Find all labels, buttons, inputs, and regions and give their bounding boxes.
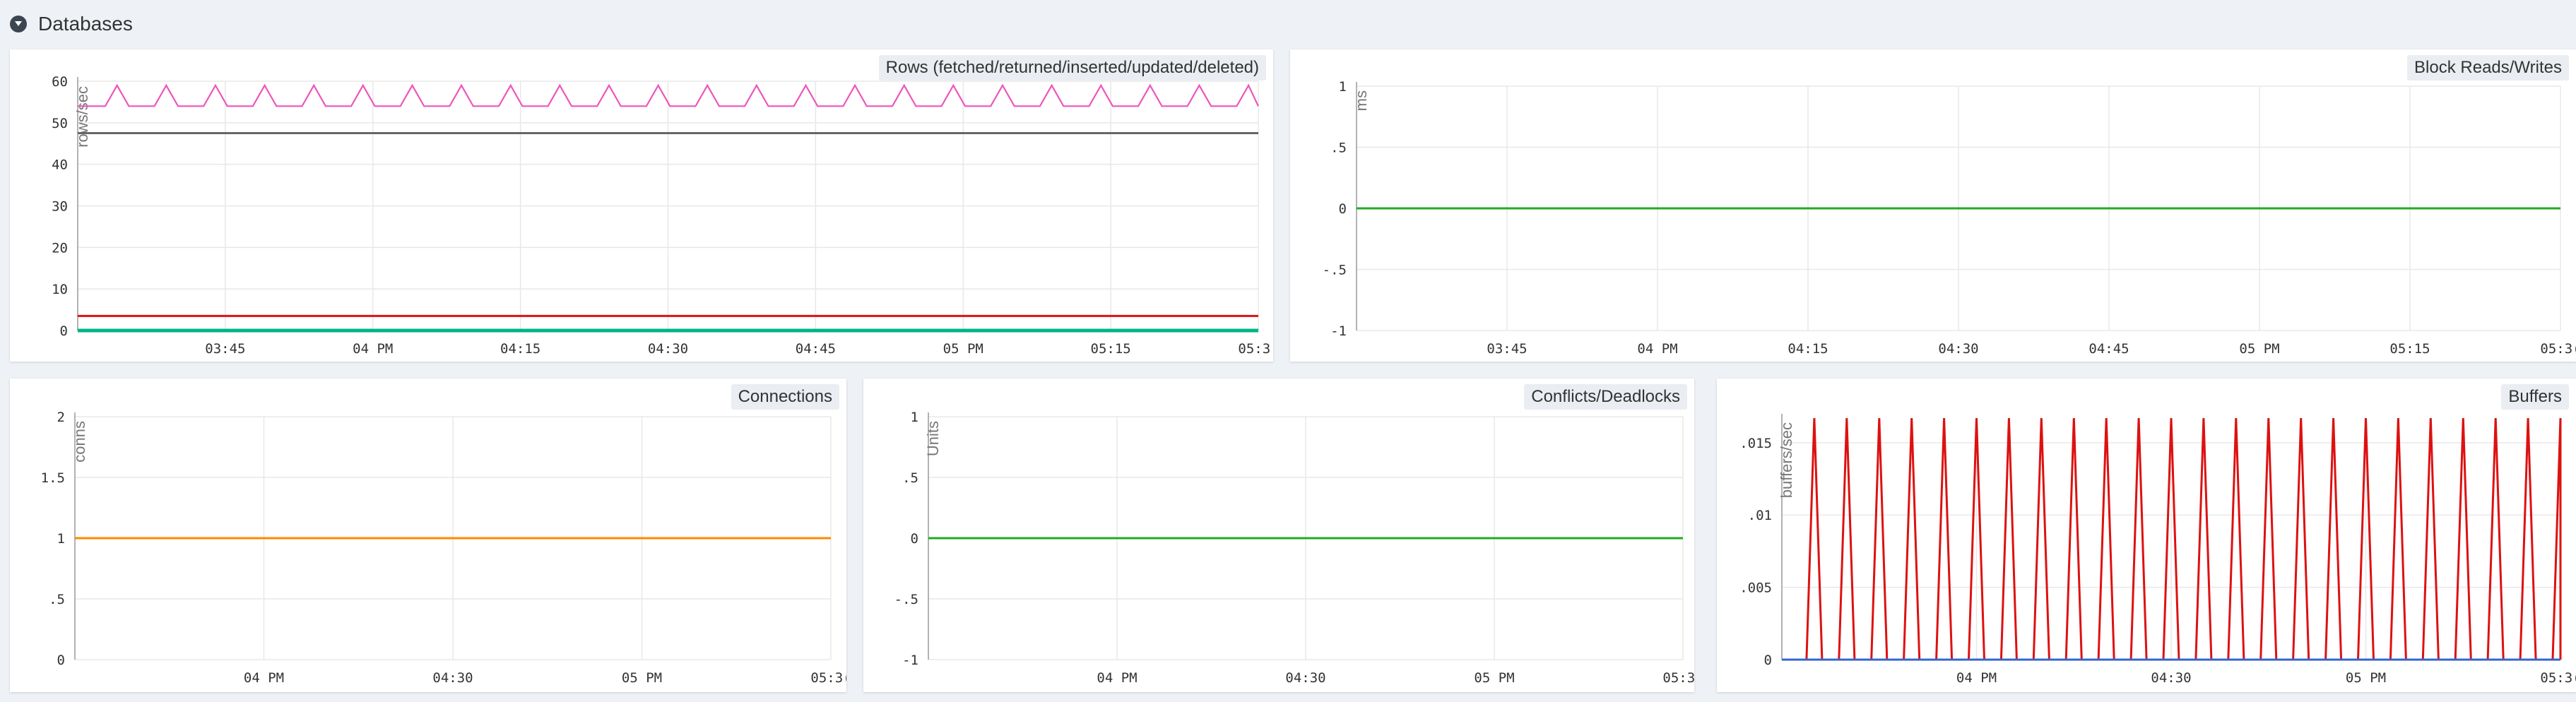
y-tick-label: 30 bbox=[52, 199, 68, 215]
databases-section-header[interactable]: Databases bbox=[10, 7, 133, 41]
collapse-toggle-icon[interactable] bbox=[10, 16, 27, 32]
x-tick-label: 04 PM bbox=[244, 670, 284, 686]
y-tick-label: .5 bbox=[1330, 141, 1347, 156]
y-tick-label: .5 bbox=[49, 592, 65, 607]
y-axis-label: buffers/sec bbox=[1778, 422, 1795, 498]
x-tick-label: 04:45 bbox=[2088, 341, 2129, 357]
y-tick-label: 20 bbox=[52, 240, 68, 256]
x-tick-label: 04 PM bbox=[1956, 670, 1997, 686]
y-tick-label: 40 bbox=[52, 157, 68, 173]
y-axis-label: Units bbox=[924, 421, 942, 456]
x-tick-label: 03:45 bbox=[205, 341, 245, 357]
y-tick-label: .015 bbox=[1739, 436, 1772, 451]
block-reads-writes-panel: Block Reads/Writes -1 -.5 0.5 1 03:45 04 PM 04… bbox=[1290, 49, 2576, 362]
x-tick-label: 05:15 bbox=[2389, 341, 2430, 357]
x-tick-label: 05 PM bbox=[2239, 341, 2279, 357]
y-tick-label: -.5 bbox=[894, 592, 918, 607]
rows-chart: 0 10 20 30 40 50 60 03:45 04 PM 04:15 04:30 04:45 05… bbox=[52, 74, 1273, 357]
x-tick-label: 04:15 bbox=[500, 341, 540, 357]
y-tick-label: 50 bbox=[52, 116, 68, 131]
y-tick-label: -1 bbox=[902, 653, 918, 668]
x-tick-label: 05:3( bbox=[810, 670, 846, 686]
y-tick-label: 10 bbox=[52, 282, 68, 297]
x-tick-label: 05 PM bbox=[2346, 670, 2386, 686]
x-tick-label: 05 PM bbox=[622, 670, 662, 686]
y-tick-label: -1 bbox=[1330, 323, 1347, 339]
block-reads-writes-chart: -1 -.5 0 .5 1 03:45 04 PM 04:15 04:30 04:45 05 PM 0… bbox=[1323, 79, 2576, 357]
y-tick-label: 1.5 bbox=[41, 470, 65, 486]
y-axis-label: rows/sec bbox=[73, 86, 91, 148]
y-tick-label: 0 bbox=[1339, 201, 1347, 217]
x-tick-label: 04:30 bbox=[2151, 670, 2191, 686]
buffers-panel: Buffers 0.005.01.01504 PM04:3005 PM05:3(… bbox=[1717, 379, 2576, 692]
y-tick-label: .5 bbox=[902, 470, 918, 486]
connections-chart: 0 .5 1 1.5 2 04 PM 04:30 05 PM 05:3( conns bbox=[41, 410, 846, 686]
x-tick-label: 05:3( bbox=[2540, 341, 2576, 357]
x-tick-label: 04:30 bbox=[1938, 341, 1978, 357]
y-tick-label: 0 bbox=[911, 531, 918, 547]
x-tick-label: 05 PM bbox=[1474, 670, 1514, 686]
x-tick-label: 04:45 bbox=[796, 341, 836, 357]
x-tick-label: 05:3( bbox=[2540, 670, 2576, 686]
conflicts-deadlocks-chart: -1 -.5 0 .5 1 04 PM 04:30 05 PM 05:3( Units bbox=[894, 410, 1694, 686]
y-tick-label: -.5 bbox=[1323, 263, 1347, 278]
x-tick-label: 04 PM bbox=[1637, 341, 1677, 357]
x-tick-label: 04 PM bbox=[1097, 670, 1137, 686]
y-tick-label: 0 bbox=[1764, 653, 1772, 668]
y-tick-label: 2 bbox=[57, 410, 65, 425]
buffers-chart: 0 .005 .01 .015 04 PM 04:30 05 PM 05:3( buffers/… bbox=[1739, 414, 2576, 686]
x-tick-label: 03:45 bbox=[1487, 341, 1527, 357]
y-tick-label: 0 bbox=[57, 653, 65, 668]
conflicts-deadlocks-panel: Conflicts/Deadlocks -1 -.5 0.5 1 04 PM 04:30 0… bbox=[863, 379, 1694, 692]
connections-panel: Connections 0.511.5204 PM04:3005 PM05:3(… bbox=[10, 379, 846, 692]
x-tick-label: 05 PM bbox=[943, 341, 983, 357]
x-tick-label: 04 PM bbox=[353, 341, 393, 357]
x-tick-label: 05:3( bbox=[1662, 670, 1694, 686]
y-tick-label: 0 bbox=[60, 323, 68, 339]
y-axis-label: ms bbox=[1352, 90, 1370, 111]
x-tick-label: 04:30 bbox=[648, 341, 688, 357]
y-axis-label: conns bbox=[71, 421, 88, 463]
y-tick-label: 1 bbox=[911, 410, 918, 425]
y-tick-label: 1 bbox=[1339, 79, 1347, 95]
y-tick-label: .005 bbox=[1739, 581, 1772, 596]
y-tick-label: .01 bbox=[1748, 508, 1772, 523]
x-tick-label: 05:3( bbox=[1238, 341, 1273, 357]
section-title: Databases bbox=[38, 13, 133, 35]
x-tick-label: 05:15 bbox=[1091, 341, 1131, 357]
x-tick-label: 04:30 bbox=[1285, 670, 1325, 686]
rows-panel: Rows (fetched/returned/inserted/updated/… bbox=[10, 49, 1273, 362]
x-tick-label: 04:30 bbox=[432, 670, 473, 686]
y-tick-label: 60 bbox=[52, 74, 68, 90]
x-tick-label: 04:15 bbox=[1788, 341, 1828, 357]
y-tick-label: 1 bbox=[57, 531, 65, 547]
